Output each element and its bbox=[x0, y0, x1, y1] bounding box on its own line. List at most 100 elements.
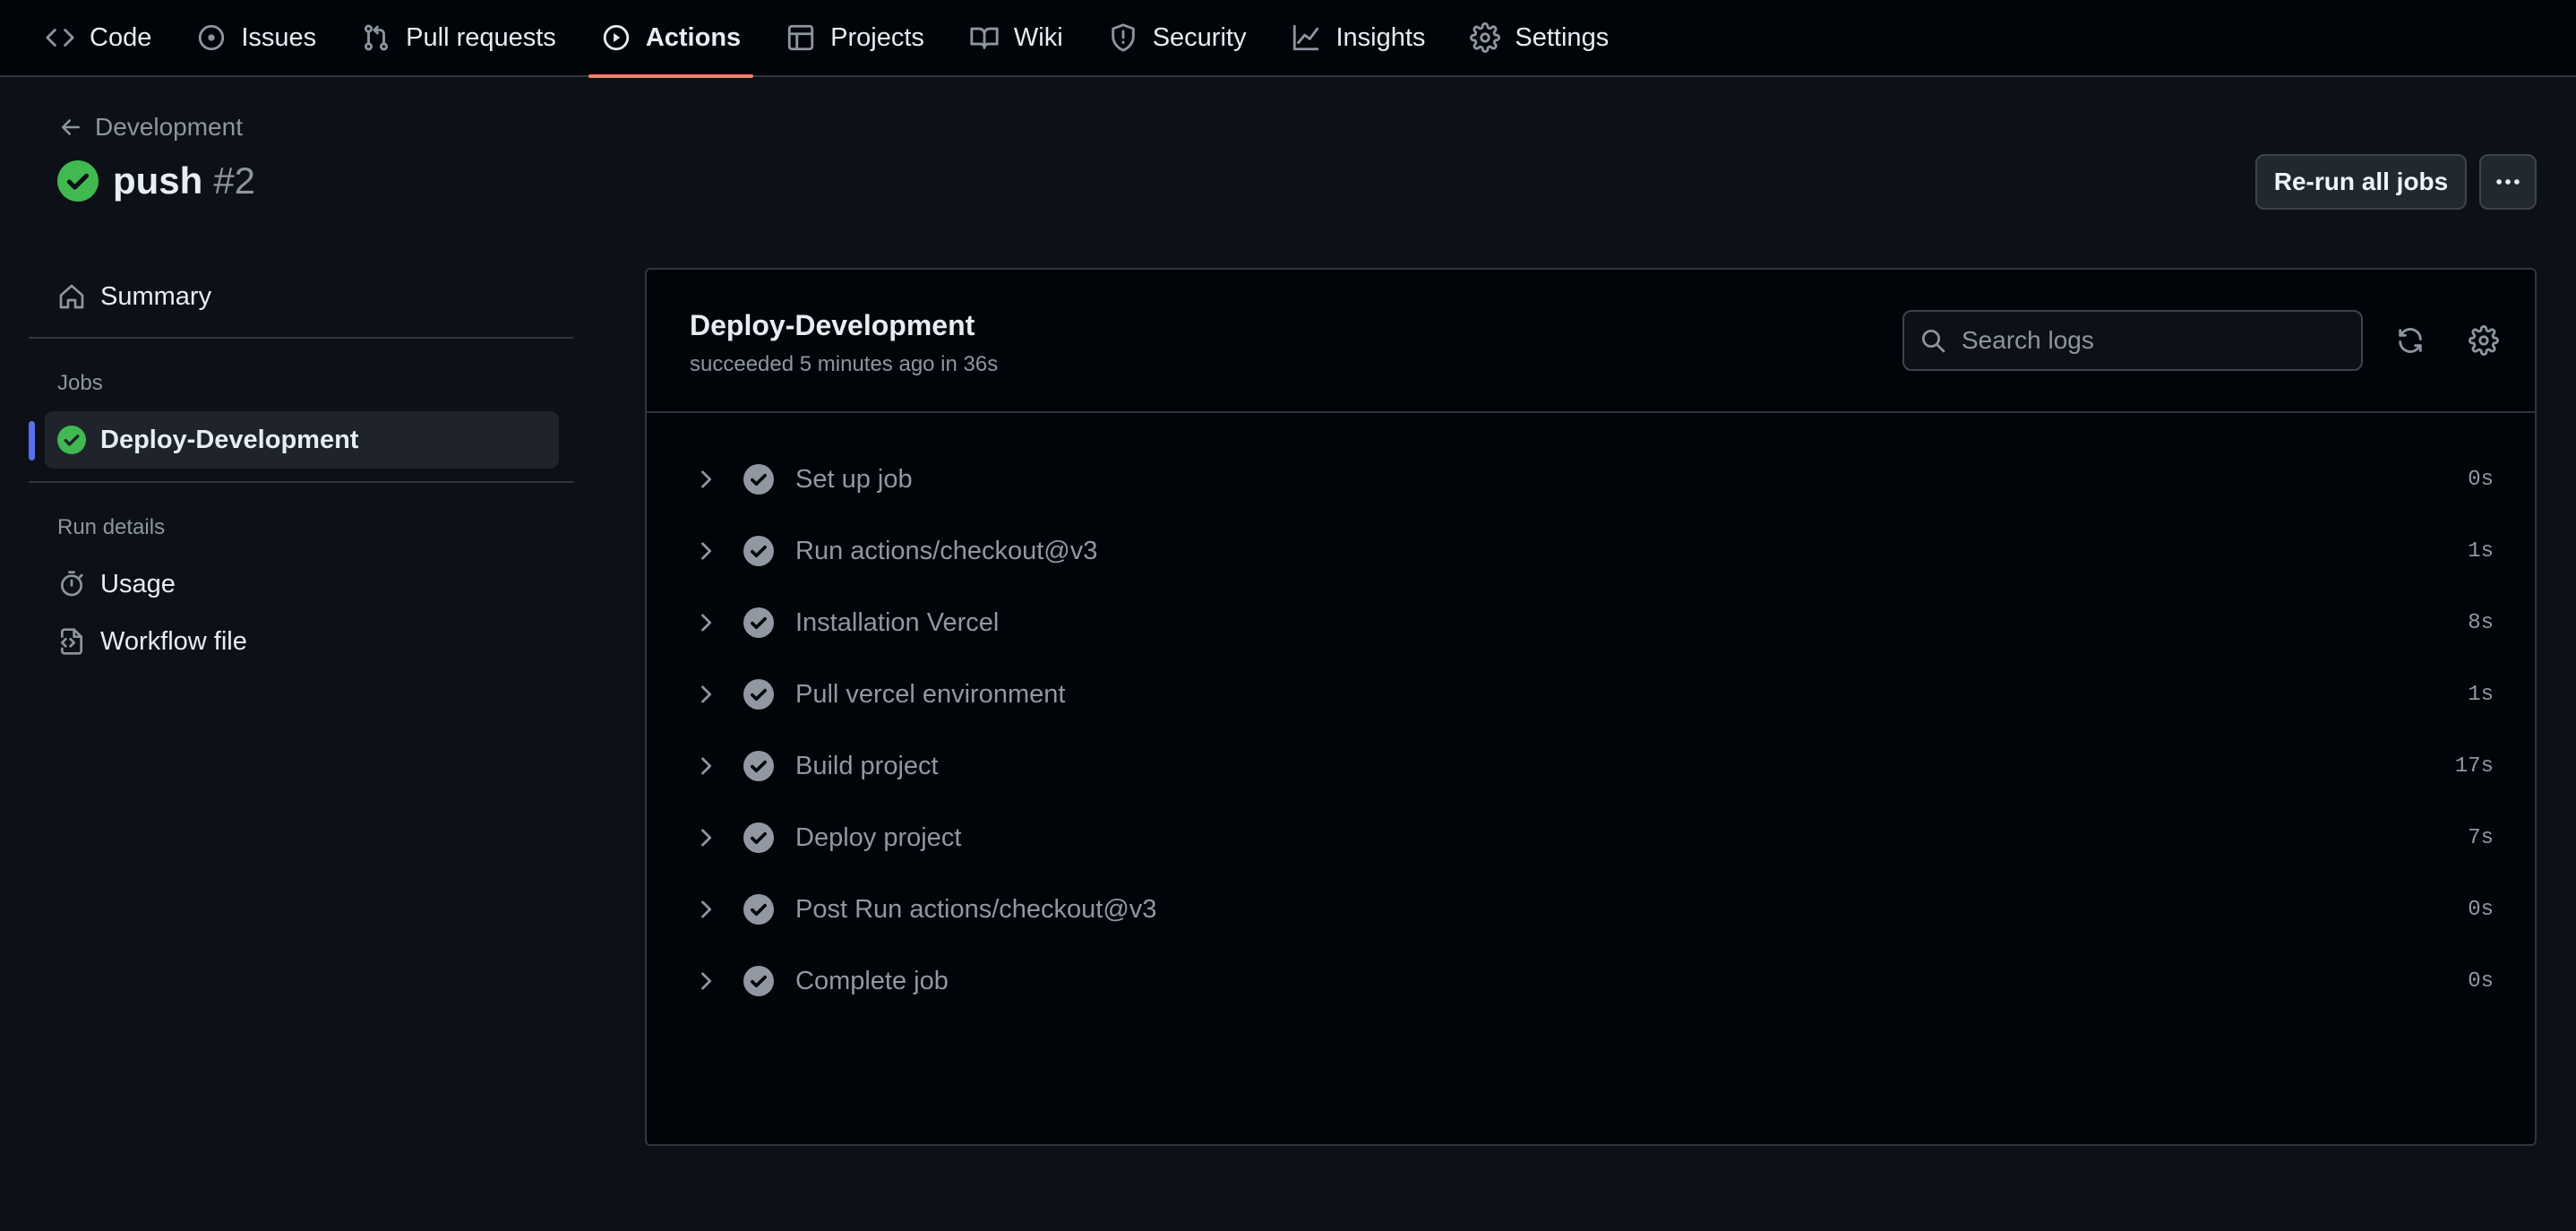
jobs-heading: Jobs bbox=[57, 371, 103, 395]
arrow-left-icon bbox=[62, 119, 80, 135]
tab-actions[interactable]: Actions bbox=[588, 0, 754, 78]
check-circle-icon bbox=[743, 751, 774, 781]
sidebar-divider bbox=[29, 481, 573, 483]
play-icon bbox=[603, 24, 629, 51]
file-code-icon bbox=[61, 628, 82, 655]
tab-projects[interactable]: Projects bbox=[773, 0, 937, 76]
tab-issues[interactable]: Issues bbox=[184, 0, 329, 76]
step-row[interactable]: Run actions/checkout@v3 1s bbox=[647, 515, 2535, 587]
tab-label: Code bbox=[90, 22, 152, 52]
tab-insights[interactable]: Insights bbox=[1278, 0, 1438, 76]
chevron-right-icon bbox=[701, 829, 712, 847]
rerun-all-jobs-button[interactable]: Re-run all jobs bbox=[2255, 154, 2467, 210]
more-options-button[interactable] bbox=[2479, 154, 2537, 210]
run-number: #2 bbox=[213, 159, 256, 202]
tab-label: Projects bbox=[830, 22, 924, 52]
sidebar-item-summary[interactable]: Summary bbox=[45, 268, 559, 325]
back-link-label: Development bbox=[95, 113, 243, 141]
sidebar-item-job[interactable]: Deploy-Development bbox=[45, 411, 559, 469]
book-icon bbox=[970, 27, 999, 49]
sidebar-item-label: Summary bbox=[100, 281, 212, 311]
chevron-right-icon bbox=[701, 972, 712, 990]
sync-icon bbox=[2399, 328, 2422, 353]
run-details-heading: Run details bbox=[57, 515, 166, 539]
selection-indicator bbox=[29, 421, 35, 461]
job-header: Deploy-Development succeeded 5 minutes a… bbox=[647, 270, 2535, 413]
run-event: push bbox=[113, 159, 203, 202]
sidebar-item-workflow-file[interactable]: Workflow file bbox=[45, 613, 559, 670]
search-logs-input[interactable] bbox=[1962, 326, 2338, 355]
gear-icon bbox=[1470, 22, 1501, 53]
check-circle-icon bbox=[743, 894, 774, 925]
graph-icon bbox=[1293, 24, 1319, 51]
check-circle-icon bbox=[743, 536, 774, 566]
issue-icon bbox=[199, 24, 225, 51]
kebab-horizontal-icon bbox=[2496, 179, 2520, 185]
job-status: succeeded 5 minutes ago in 36s bbox=[690, 352, 999, 376]
tab-settings[interactable]: Settings bbox=[1457, 0, 1621, 76]
refresh-button[interactable] bbox=[2390, 320, 2431, 361]
tab-pull-requests[interactable]: Pull requests bbox=[348, 0, 569, 76]
tab-label: Actions bbox=[645, 22, 742, 52]
sidebar-divider bbox=[29, 337, 573, 339]
sidebar-item-usage[interactable]: Usage bbox=[45, 555, 559, 613]
log-settings-button[interactable] bbox=[2463, 320, 2504, 361]
step-row[interactable]: Deploy project 7s bbox=[647, 802, 2535, 874]
step-duration: 17s bbox=[2454, 753, 2494, 779]
step-duration: 0s bbox=[2468, 467, 2494, 492]
step-row[interactable]: Set up job 0s bbox=[647, 443, 2535, 515]
tab-label: Security bbox=[1152, 22, 1247, 52]
back-link[interactable]: Development bbox=[57, 113, 243, 142]
success-check-icon bbox=[57, 426, 86, 454]
step-duration: 0s bbox=[2468, 897, 2494, 922]
check-circle-icon bbox=[743, 822, 774, 853]
step-duration: 1s bbox=[2468, 538, 2494, 564]
tab-security[interactable]: Security bbox=[1095, 0, 1259, 76]
step-duration: 7s bbox=[2468, 825, 2494, 850]
steps-list: Set up job 0s Run actions/checkout@v3 1s… bbox=[647, 443, 2535, 1017]
step-duration: 8s bbox=[2468, 610, 2494, 635]
search-icon bbox=[1922, 330, 1945, 353]
stopwatch-icon bbox=[61, 571, 83, 597]
job-title: Deploy-Development bbox=[690, 309, 975, 341]
tab-label: Pull requests bbox=[406, 22, 556, 52]
tab-label: Insights bbox=[1335, 22, 1426, 52]
step-row[interactable]: Installation Vercel 8s bbox=[647, 587, 2535, 659]
check-circle-icon bbox=[743, 607, 774, 638]
step-name: Run actions/checkout@v3 bbox=[795, 536, 1098, 565]
step-name: Installation Vercel bbox=[795, 607, 1000, 637]
tab-wiki[interactable]: Wiki bbox=[957, 0, 1076, 76]
step-name: Complete job bbox=[795, 966, 949, 995]
step-name: Pull vercel environment bbox=[795, 679, 1066, 709]
tab-label: Issues bbox=[241, 22, 317, 52]
check-circle-icon bbox=[743, 966, 774, 996]
search-logs-field[interactable] bbox=[1902, 310, 2363, 371]
success-check-icon bbox=[57, 160, 99, 202]
sidebar-item-label: Workflow file bbox=[100, 626, 247, 656]
sidebar-item-label: Usage bbox=[100, 569, 176, 598]
home-icon bbox=[59, 284, 84, 309]
shield-icon bbox=[1111, 23, 1135, 52]
step-name: Set up job bbox=[795, 464, 913, 494]
step-row[interactable]: Pull vercel environment 1s bbox=[647, 659, 2535, 730]
step-row[interactable]: Build project 17s bbox=[647, 730, 2535, 802]
step-duration: 1s bbox=[2468, 682, 2494, 707]
gear-icon bbox=[2469, 325, 2499, 356]
tab-code[interactable]: Code bbox=[32, 0, 164, 76]
table-icon bbox=[787, 24, 814, 51]
tab-label: Settings bbox=[1515, 22, 1610, 52]
sidebar-item-label: Deploy-Development bbox=[100, 425, 359, 454]
step-row[interactable]: Post Run actions/checkout@v3 0s bbox=[647, 874, 2535, 945]
step-name: Post Run actions/checkout@v3 bbox=[795, 894, 1157, 924]
code-icon bbox=[46, 29, 74, 47]
pull-request-icon bbox=[365, 24, 389, 51]
chevron-right-icon bbox=[701, 542, 712, 560]
check-circle-icon bbox=[743, 679, 774, 710]
step-row[interactable]: Complete job 0s bbox=[647, 945, 2535, 1017]
step-duration: 0s bbox=[2468, 968, 2494, 994]
chevron-right-icon bbox=[701, 685, 712, 703]
page-title: push #2 bbox=[57, 159, 255, 202]
repo-nav: Code Issues Pull requests Actions Projec… bbox=[0, 0, 2576, 78]
chevron-right-icon bbox=[701, 614, 712, 632]
job-log-panel: Deploy-Development succeeded 5 minutes a… bbox=[645, 268, 2537, 1146]
